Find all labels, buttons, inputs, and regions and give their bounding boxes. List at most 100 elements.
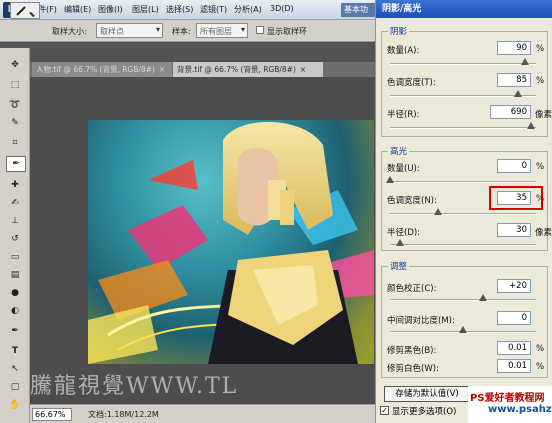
shadow-amount-slider[interactable] — [390, 63, 536, 65]
dodge-tool-icon[interactable]: ◐ — [6, 304, 24, 318]
show-sampling-ring-label: 显示取样环 — [267, 27, 307, 36]
eyedropper-tool-icon[interactable]: ✒ — [6, 156, 26, 172]
annotation-highlight-frame — [489, 186, 543, 210]
shadow-radius-unit: 像素 — [535, 110, 552, 120]
brush-tool-icon[interactable]: ✍ — [6, 196, 24, 210]
gradient-tool-icon[interactable]: ▤ — [6, 268, 24, 282]
slider-thumb-icon[interactable] — [459, 326, 467, 333]
shadow-radius-label: 半径(R): — [387, 110, 420, 120]
quick-select-tool-icon[interactable]: ✎ — [6, 116, 24, 130]
shape-tool-icon[interactable]: ▢ — [6, 380, 24, 394]
tab-background[interactable]: 背景.tif @ 66.7% (背景, RGB/8#) × — [173, 62, 323, 77]
shadows-title: 阴影 — [388, 25, 410, 37]
color-correction-label: 颜色校正(C): — [387, 284, 437, 294]
sample-select[interactable]: 所有图层 — [196, 23, 248, 38]
tools-panel: ✥ ⬚ ➰ ✎ ⌗ ✒ ✚ ✍ ⊥ ↺ ▭ ▤ ● ◐ ✒ T ↖ ▢ ✋ — [0, 48, 30, 423]
eyedropper-icon — [16, 6, 35, 17]
menu-3d[interactable]: 3D(D) — [270, 4, 294, 16]
slider-thumb-icon[interactable] — [479, 294, 487, 301]
save-as-defaults-button[interactable]: 存储为默认值(V) — [384, 386, 470, 402]
site-name: PS爱好者教程网 — [470, 393, 545, 404]
sample-label: 样本: — [172, 27, 191, 36]
clone-stamp-tool-icon[interactable]: ⊥ — [6, 214, 24, 228]
tab-title: 背景.tif @ 66.7% (背景, RGB/8#) — [177, 65, 296, 74]
highlight-tonal-slider[interactable] — [390, 213, 536, 215]
clip-black-unit: % — [536, 344, 545, 354]
healing-brush-tool-icon[interactable]: ✚ — [6, 178, 24, 192]
show-sampling-ring-checkbox[interactable] — [256, 26, 264, 34]
clip-black-label: 修剪黑色(B): — [387, 346, 437, 356]
artwork-image — [88, 121, 374, 364]
close-icon[interactable]: × — [159, 65, 165, 74]
zoom-field[interactable]: 66.67% — [32, 408, 72, 421]
shadow-amount-label: 数量(A): — [387, 46, 420, 56]
slider-thumb-icon[interactable] — [434, 208, 442, 215]
shadow-tonal-label: 色调宽度(T): — [387, 78, 436, 88]
document-artwork — [88, 120, 374, 364]
slider-thumb-icon[interactable] — [386, 176, 394, 183]
sample-size-select[interactable]: 取样点 — [96, 23, 163, 38]
path-select-tool-icon[interactable]: ↖ — [6, 362, 24, 376]
lasso-tool-icon[interactable]: ➰ — [6, 98, 24, 112]
slider-thumb-icon[interactable] — [521, 58, 529, 65]
slider-thumb-icon[interactable] — [514, 90, 522, 97]
highlight-radius-label: 半径(D): — [387, 228, 421, 238]
watermark-text: 騰龍視覺WWW.TL — [30, 374, 239, 399]
slider-thumb-icon[interactable] — [527, 122, 535, 129]
menu-image[interactable]: 图像(I) — [98, 4, 123, 16]
menu-analysis[interactable]: 分析(A) — [234, 4, 262, 16]
tool-preset-picker[interactable] — [10, 2, 40, 19]
type-tool-icon[interactable]: T — [6, 344, 24, 358]
clip-white-label: 修剪白色(W): — [387, 364, 439, 374]
show-more-options-label: 显示更多选项(O) — [392, 407, 457, 417]
document-size: 文档:1.18M/12.2M — [88, 410, 159, 419]
tab-portrait[interactable]: 人物.tif @ 66.7% (背景, RGB/8#) × — [32, 62, 172, 77]
menu-select[interactable]: 选择(S) — [166, 4, 193, 16]
shadow-amount-unit: % — [536, 44, 545, 54]
shadow-amount-input[interactable]: 90 — [497, 41, 531, 55]
highlight-radius-input[interactable]: 30 — [497, 223, 531, 237]
highlight-amount-input[interactable]: 0 — [497, 159, 531, 173]
document-tabs: 人物.tif @ 66.7% (背景, RGB/8#) × 背景.tif @ 66… — [30, 62, 375, 77]
color-correction-slider[interactable] — [390, 299, 536, 301]
highlight-radius-slider[interactable] — [390, 244, 536, 246]
clip-black-input[interactable]: 0.01 — [497, 341, 531, 355]
dialog-title: 阴影/高光 — [376, 0, 552, 18]
slider-thumb-icon[interactable] — [396, 239, 404, 246]
menu-layer[interactable]: 图层(L) — [132, 4, 159, 16]
tab-title: 人物.tif @ 66.7% (背景, RGB/8#) — [36, 65, 155, 74]
sample-size-label: 取样大小: — [52, 27, 87, 36]
highlights-title: 高光 — [388, 145, 410, 157]
menu-edit[interactable]: 编辑(E) — [64, 4, 91, 16]
highlight-amount-unit: % — [536, 162, 545, 172]
workspace-switcher[interactable]: 基本功能 — [341, 3, 375, 17]
menu-filter[interactable]: 滤镜(T) — [200, 4, 227, 16]
color-correction-input[interactable]: +20 — [497, 279, 531, 293]
adjust-title: 调整 — [388, 260, 410, 272]
shadow-radius-input[interactable]: 690 — [490, 105, 531, 119]
highlight-amount-label: 数量(U): — [387, 164, 420, 174]
shadow-highlight-dialog: 阴影/高光 阴影 数量(A): 90 % 色调宽度(T): 85 % 半径(R)… — [375, 0, 552, 423]
clip-white-input[interactable]: 0.01 — [497, 359, 531, 373]
site-url: www.psahz.com — [488, 404, 552, 415]
status-bar: 66.67% 文档:1.18M/12.2M — [30, 404, 375, 423]
show-more-options-checkbox[interactable]: ✓ — [380, 406, 389, 415]
pen-tool-icon[interactable]: ✒ — [6, 324, 24, 338]
marquee-tool-icon[interactable]: ⬚ — [6, 78, 24, 92]
highlight-radius-unit: 像素 — [535, 228, 552, 238]
midtone-contrast-label: 中间调对比度(M): — [387, 316, 455, 326]
blur-tool-icon[interactable]: ● — [6, 286, 24, 300]
history-brush-tool-icon[interactable]: ↺ — [6, 232, 24, 246]
shadow-tonal-input[interactable]: 85 — [497, 73, 531, 87]
close-icon[interactable]: × — [300, 65, 306, 74]
hand-tool-icon[interactable]: ✋ — [6, 398, 24, 412]
shadow-tonal-unit: % — [536, 76, 545, 86]
move-tool-icon[interactable]: ✥ — [6, 58, 24, 72]
eraser-tool-icon[interactable]: ▭ — [6, 250, 24, 264]
highlight-tonal-label: 色调宽度(N): — [387, 196, 437, 206]
midtone-contrast-input[interactable]: 0 — [497, 311, 531, 325]
clip-white-unit: % — [536, 362, 545, 372]
crop-tool-icon[interactable]: ⌗ — [6, 136, 24, 150]
shadow-radius-slider[interactable] — [390, 127, 536, 129]
highlight-amount-slider[interactable] — [390, 181, 536, 183]
